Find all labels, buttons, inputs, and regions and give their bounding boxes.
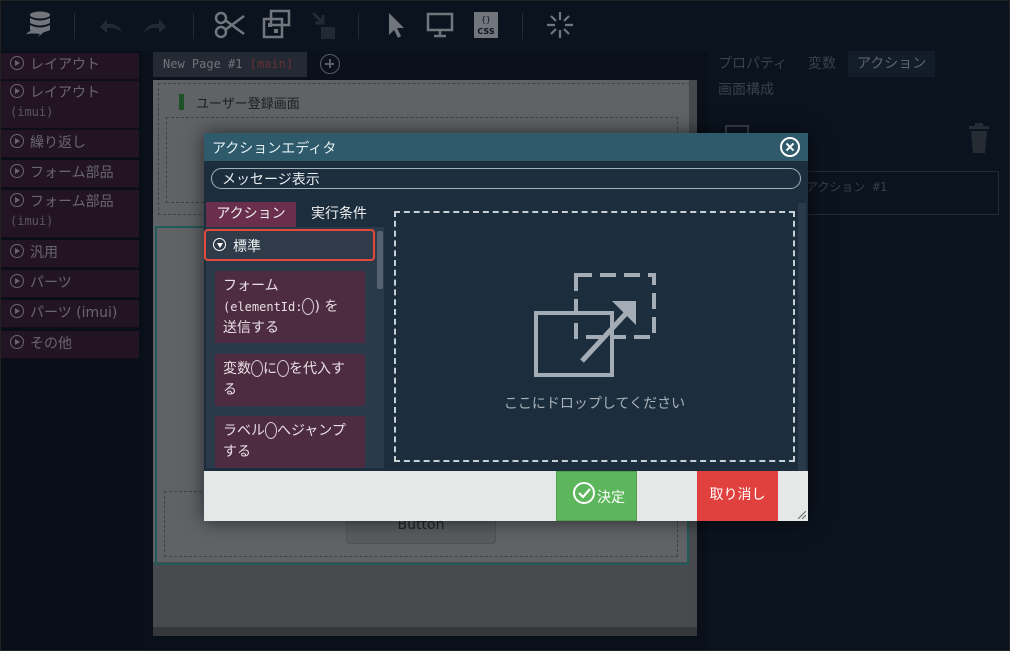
placeholder-slot[interactable] (302, 298, 315, 315)
placeholder-slot[interactable] (251, 360, 263, 377)
drop-zone[interactable]: ここにドロップしてください (394, 211, 795, 462)
drop-target-icon (534, 273, 656, 377)
placeholder-slot[interactable] (277, 360, 289, 377)
list-scrollbar-thumb[interactable] (377, 231, 383, 289)
ok-label: 決定 (597, 490, 625, 506)
action-card-submit-form[interactable]: フォーム (elementId: ) を 送信する (215, 271, 365, 343)
check-circle-icon (573, 482, 595, 504)
cancel-button[interactable]: 取り消し (697, 471, 778, 521)
action-card-assign-variable[interactable]: 変数にを代入す る (215, 354, 365, 406)
card-text: フォーム (223, 278, 279, 294)
card-text: に (263, 361, 277, 377)
placeholder-slot[interactable] (265, 422, 277, 439)
card-text: へジャンプ (277, 423, 346, 439)
card-text: 送信する (223, 320, 279, 336)
action-editor-dialog: アクションエディタ アクション 実行条件 標準 フォーム (elementId:… (204, 133, 808, 521)
resize-handle-icon[interactable] (798, 511, 806, 519)
app-window: {} CSS レイアウト レイアウト (imui) 繰り返し フォーム部品 フォー… (0, 0, 1010, 651)
action-name-input[interactable] (211, 168, 801, 189)
card-text: する (223, 444, 251, 460)
card-text: ) を (314, 299, 339, 315)
action-card-jump-label[interactable]: ラベル へジャンプ する (215, 416, 365, 468)
dialog-title: アクションエディタ (212, 141, 337, 157)
editor-scrollbar[interactable] (798, 203, 806, 471)
tab-action[interactable]: アクション (206, 202, 296, 227)
card-text: る (223, 382, 237, 398)
card-text: ラベル (223, 423, 265, 439)
category-highlight-frame (204, 229, 375, 261)
card-text: 変数 (223, 361, 251, 377)
card-text: (elementId: (223, 300, 303, 314)
close-icon[interactable] (780, 137, 800, 157)
card-text: を代入す (289, 361, 345, 377)
ok-button[interactable]: 決定 (556, 471, 637, 521)
dialog-header: アクションエディタ (204, 133, 808, 161)
drop-zone-text: ここにドロップしてください (503, 396, 686, 412)
dialog-footer: 決定 取り消し (204, 471, 808, 521)
tab-condition[interactable]: 実行条件 (296, 202, 382, 227)
